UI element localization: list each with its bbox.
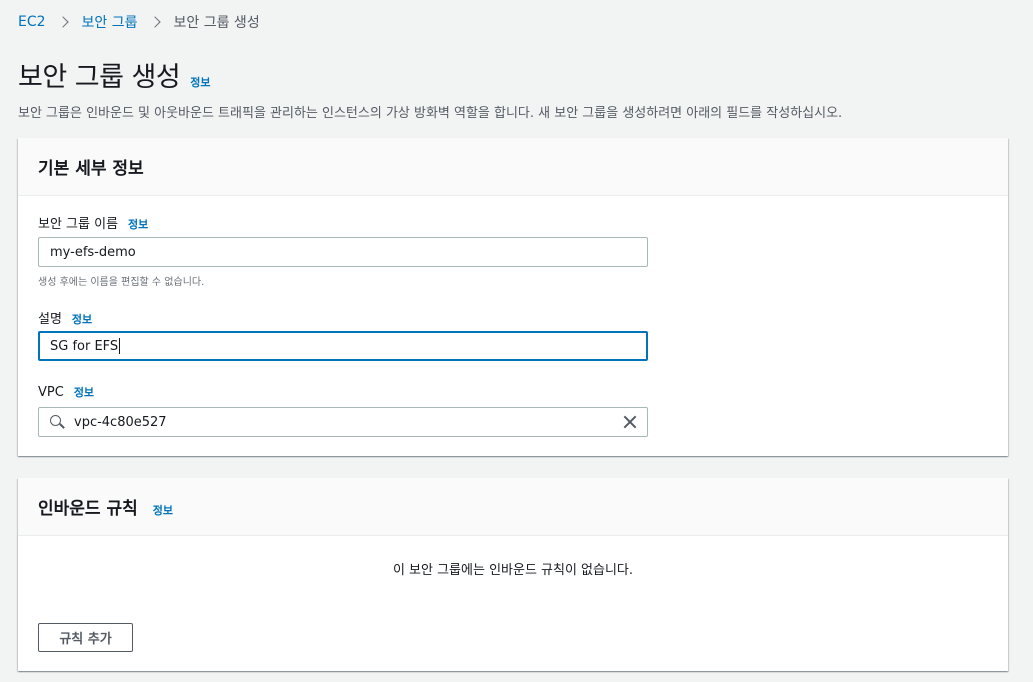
page-description: 보안 그룹은 인바운드 및 아웃바운드 트래픽을 관리하는 인스턴스의 가상 방…	[18, 106, 843, 121]
page-title: 보안 그룹 생성	[18, 62, 181, 93]
vpc-value: vpc-4c80e527	[74, 414, 167, 430]
breadcrumb: EC2 보안 그룹 보안 그룹 생성	[18, 12, 260, 32]
basic-details-header: 기본 세부 정보	[18, 138, 1008, 196]
inbound-rules-title: 인바운드 규칙	[38, 499, 138, 519]
security-group-name-label: 보안 그룹 이름 정보	[38, 213, 148, 232]
security-group-name-label-text: 보안 그룹 이름	[38, 217, 119, 232]
breadcrumb-security-groups-link[interactable]: 보안 그룹	[82, 12, 138, 32]
search-icon	[50, 415, 64, 429]
chevron-right-icon	[56, 16, 69, 28]
inbound-rules-title-row: 인바운드 규칙 정보	[38, 494, 173, 519]
vpc-label: VPC 정보	[38, 384, 94, 400]
inbound-rules-panel: 인바운드 규칙 정보 이 보안 그룹에는 인바운드 규칙이 없습니다. 규칙 추…	[18, 478, 1008, 671]
breadcrumb-current: 보안 그룹 생성	[173, 15, 260, 31]
inbound-rules-info-link[interactable]: 정보	[153, 502, 173, 518]
description-value: SG for EFS	[50, 338, 119, 354]
description-label-text: 설명	[38, 312, 62, 327]
text-cursor	[119, 338, 121, 354]
clear-icon[interactable]	[623, 415, 637, 429]
page-info-link[interactable]: 정보	[190, 74, 210, 90]
security-group-name-hint: 생성 후에는 이름을 편집할 수 없습니다.	[38, 277, 205, 288]
page-header: 보안 그룹 생성 정보	[18, 55, 210, 94]
breadcrumb-ec2-link[interactable]: EC2	[18, 14, 46, 30]
chevron-right-icon	[148, 16, 161, 28]
security-group-name-info-link[interactable]: 정보	[128, 216, 148, 232]
security-group-name-input[interactable]: my-efs-demo	[38, 237, 648, 267]
vpc-search-input[interactable]: vpc-4c80e527	[38, 407, 648, 437]
vpc-label-text: VPC	[38, 385, 64, 400]
basic-details-panel: 기본 세부 정보 보안 그룹 이름 정보 my-efs-demo 생성 후에는 …	[18, 138, 1008, 456]
vpc-info-link[interactable]: 정보	[74, 384, 94, 400]
inbound-rules-empty-message: 이 보안 그룹에는 인바운드 규칙이 없습니다.	[392, 563, 634, 578]
basic-details-title: 기본 세부 정보	[38, 159, 144, 179]
description-info-link[interactable]: 정보	[72, 311, 92, 327]
inbound-rules-header: 인바운드 규칙 정보	[18, 478, 1008, 536]
description-input[interactable]: SG for EFS	[38, 331, 648, 361]
add-rule-button[interactable]: 규칙 추가	[38, 623, 133, 652]
description-label: 설명 정보	[38, 308, 92, 327]
security-group-name-value: my-efs-demo	[50, 244, 136, 260]
